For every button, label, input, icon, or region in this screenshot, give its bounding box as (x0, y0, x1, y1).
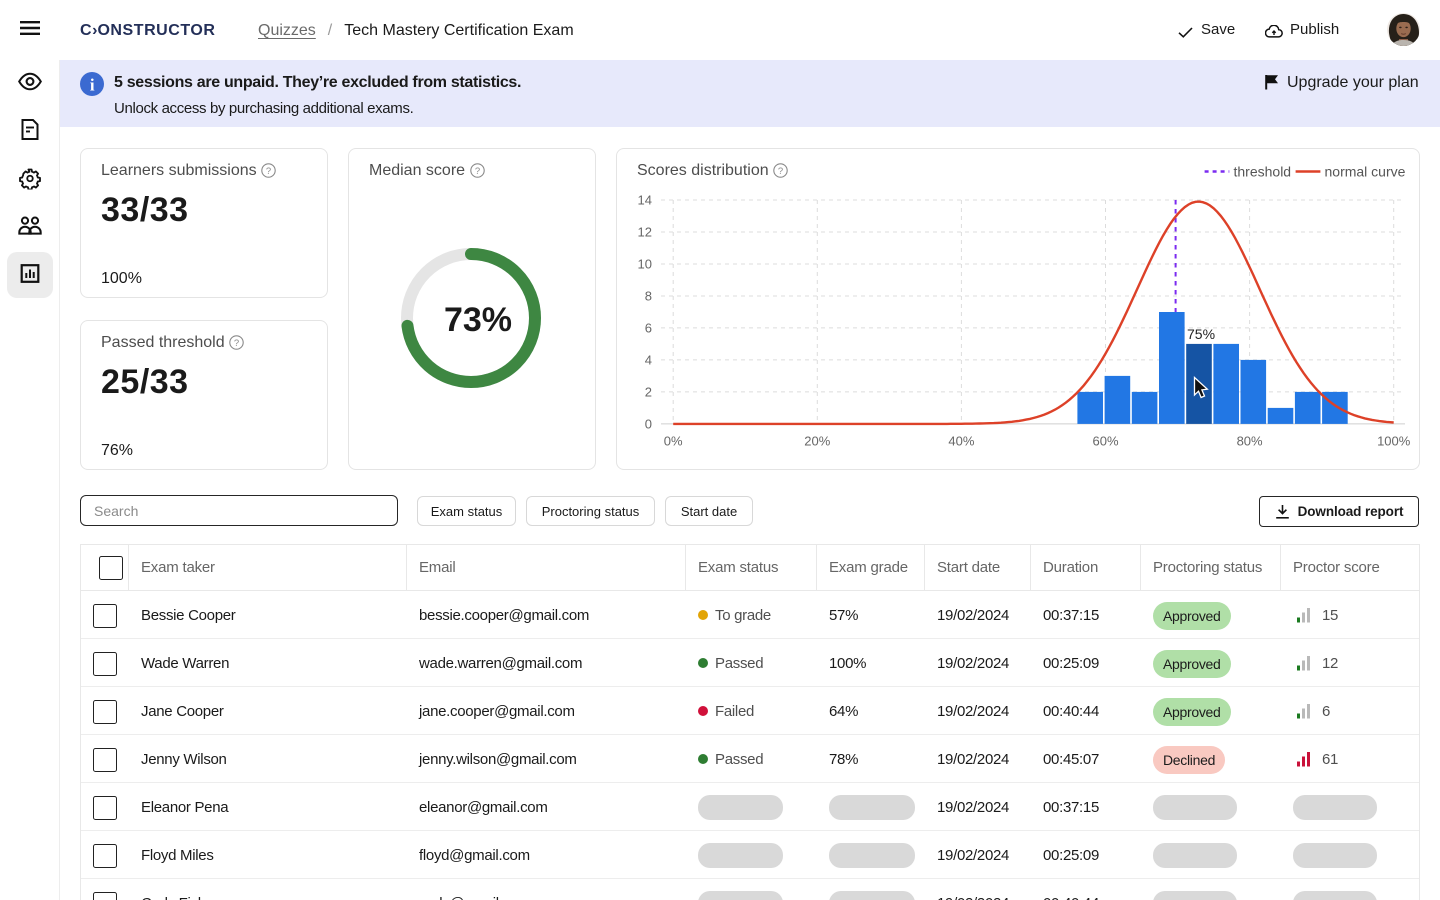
svg-text:normal curve: normal curve (1325, 164, 1406, 180)
svg-text:100%: 100% (1377, 434, 1411, 449)
svg-text:75%: 75% (1187, 326, 1215, 342)
svg-text:?: ? (474, 165, 479, 176)
svg-text:80%: 80% (1237, 434, 1263, 449)
svg-text:20%: 20% (804, 434, 830, 449)
svg-text:?: ? (266, 165, 271, 176)
svg-text:i: i (90, 75, 95, 94)
svg-text:0%: 0% (664, 434, 683, 449)
svg-text:2: 2 (645, 384, 652, 399)
svg-text:?: ? (234, 337, 239, 348)
svg-text:8: 8 (645, 289, 652, 304)
svg-text:4: 4 (645, 352, 652, 367)
svg-text:14: 14 (638, 193, 652, 208)
svg-text:12: 12 (638, 225, 652, 240)
svg-text:60%: 60% (1092, 434, 1118, 449)
svg-text:40%: 40% (948, 434, 974, 449)
svg-text:0: 0 (645, 416, 652, 431)
svg-text:6: 6 (645, 320, 652, 335)
svg-text:10: 10 (638, 257, 652, 272)
svg-text:threshold: threshold (1234, 164, 1292, 180)
svg-text:?: ? (778, 165, 783, 176)
